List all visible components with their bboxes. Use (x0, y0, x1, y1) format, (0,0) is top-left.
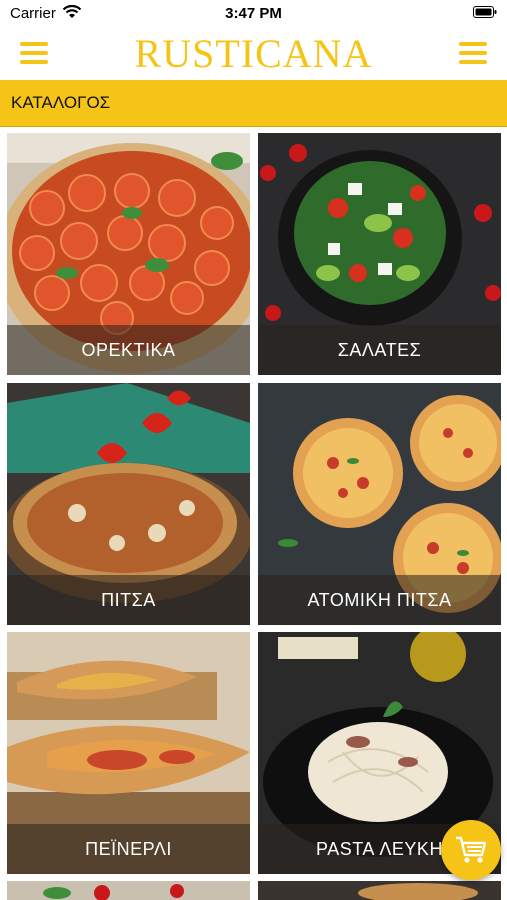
tile-label: ΣΑΛΑΤΕΣ (258, 325, 501, 375)
status-time: 3:47 PM (225, 5, 282, 22)
section-bar: ΚΑΤΑΛΟΓΟΣ (0, 80, 507, 127)
category-tile-partial[interactable] (7, 881, 250, 900)
category-tile-appetizers[interactable]: ΟΡΕΚΤΙΚΑ (7, 133, 250, 375)
category-tile-individual-pizza[interactable]: ΑΤΟΜΙΚΗ ΠΙΤΣΑ (258, 383, 501, 625)
cart-button[interactable] (441, 820, 501, 880)
category-tile-partial[interactable] (258, 881, 501, 900)
category-grid: ΟΡΕΚΤΙΚΑ ΣΑΛΑΤΕΣ ΠΙΤΣΑ ΑΤΟΜΙΚΗ ΠΙΤΣΑ ΠΕΪ… (0, 127, 507, 900)
tile-label: ΠΕΪΝΕΡΛΙ (7, 824, 250, 874)
status-bar: Carrier 3:47 PM (0, 0, 507, 28)
category-tile-salads[interactable]: ΣΑΛΑΤΕΣ (258, 133, 501, 375)
tile-label: ΑΤΟΜΙΚΗ ΠΙΤΣΑ (258, 575, 501, 625)
category-tile-pizza[interactable]: ΠΙΤΣΑ (7, 383, 250, 625)
partial-tile-image (7, 881, 250, 900)
partial-tile-image (258, 881, 501, 900)
brand-logo: RUSTICANA (134, 31, 373, 76)
page-title: ΚΑΤΑΛΟΓΟΣ (11, 93, 111, 112)
tile-label: ΠΙΤΣΑ (7, 575, 250, 625)
category-tile-peinirli[interactable]: ΠΕΪΝΕΡΛΙ (7, 632, 250, 874)
hamburger-menu-icon[interactable] (459, 42, 487, 64)
shopping-cart-icon (456, 836, 487, 863)
app-header: RUSTICANA (0, 28, 507, 80)
battery-icon (473, 6, 497, 18)
tile-label: ΟΡΕΚΤΙΚΑ (7, 325, 250, 375)
